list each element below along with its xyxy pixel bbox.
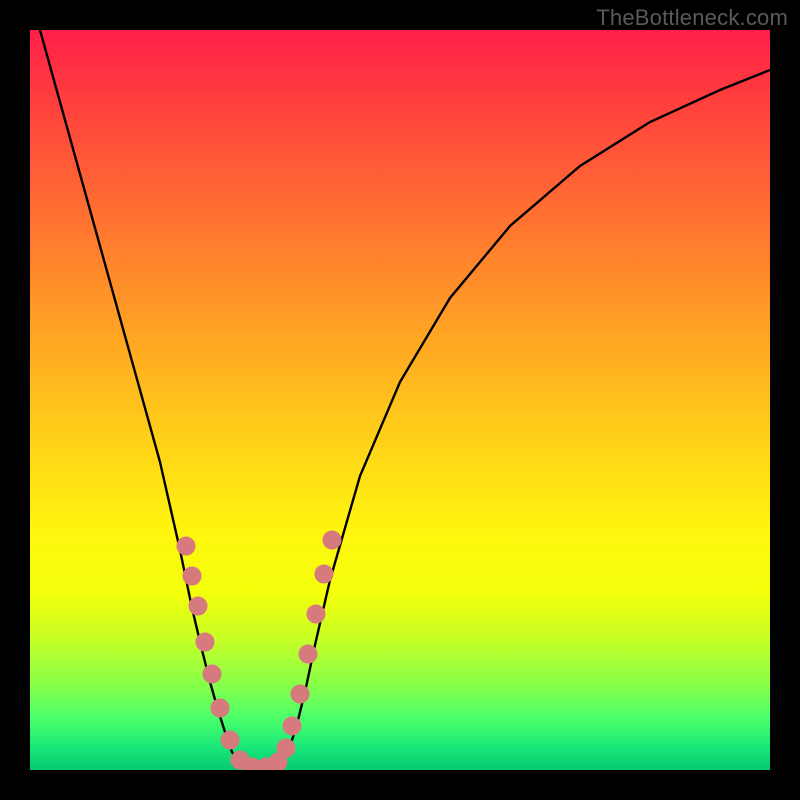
plot-area — [30, 30, 770, 770]
data-marker — [277, 739, 295, 757]
watermark-text: TheBottleneck.com — [596, 5, 788, 31]
data-marker — [203, 665, 221, 683]
data-marker — [189, 597, 207, 615]
data-marker — [299, 645, 317, 663]
data-marker — [196, 633, 214, 651]
data-marker — [177, 537, 195, 555]
data-marker — [323, 531, 341, 549]
marker-group — [177, 531, 341, 770]
chart-frame: TheBottleneck.com — [0, 0, 800, 800]
data-marker — [221, 731, 239, 749]
data-marker — [183, 567, 201, 585]
data-marker — [211, 699, 229, 717]
curve-svg — [30, 30, 770, 770]
data-marker — [307, 605, 325, 623]
bottleneck-curve — [40, 30, 770, 768]
data-marker — [315, 565, 333, 583]
data-marker — [283, 717, 301, 735]
data-marker — [291, 685, 309, 703]
